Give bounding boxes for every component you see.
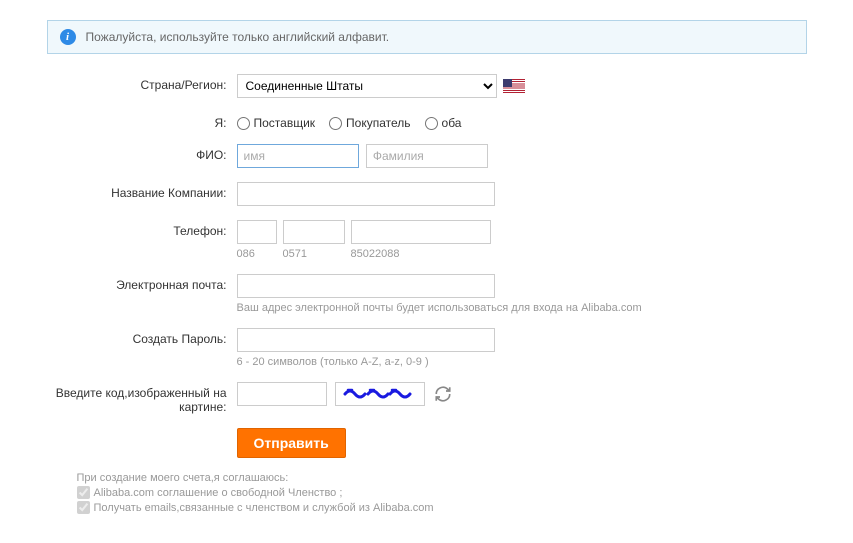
country-select[interactable]: Соединенные Штаты — [237, 74, 497, 98]
label-fio: ФИО: — [47, 144, 237, 162]
info-icon: i — [60, 29, 76, 45]
terms-text-2: Получать emails,связанные с членством и … — [94, 502, 434, 514]
phone-number[interactable] — [351, 220, 491, 244]
password-input[interactable] — [237, 328, 495, 352]
terms-checkbox-2 — [77, 501, 90, 514]
captcha-input[interactable] — [237, 382, 327, 406]
phone-hint-1: 086 — [237, 248, 277, 260]
label-captcha: Введите код,изображенный на картине: — [47, 382, 237, 414]
flag-icon-us — [503, 79, 525, 93]
radio-buyer[interactable] — [329, 117, 342, 130]
radio-supplier[interactable] — [237, 117, 250, 130]
radio-both-label[interactable]: оба — [425, 116, 462, 130]
label-email: Электронная почта: — [47, 274, 237, 292]
radio-supplier-label[interactable]: Поставщик — [237, 116, 316, 130]
phone-country-code[interactable] — [237, 220, 277, 244]
email-help: Ваш адрес электронной почты будет исполь… — [237, 302, 807, 314]
company-input[interactable] — [237, 182, 495, 206]
phone-hint-2: 0571 — [283, 248, 345, 260]
radio-both[interactable] — [425, 117, 438, 130]
notice-banner: i Пожалуйста, используйте только английс… — [47, 20, 807, 54]
radio-buyer-label[interactable]: Покупатель — [329, 116, 410, 130]
label-company: Название Компании: — [47, 182, 237, 200]
label-password: Создать Пароль: — [47, 328, 237, 346]
refresh-icon[interactable] — [433, 384, 453, 404]
submit-button[interactable]: Отправить — [237, 428, 346, 458]
label-iam: Я: — [47, 112, 237, 130]
lastname-input[interactable] — [366, 144, 488, 168]
label-country: Страна/Регион: — [47, 74, 237, 92]
captcha-image — [335, 382, 425, 406]
password-help: 6 - 20 символов (только A-Z, a-z, 0-9 ) — [237, 356, 807, 368]
notice-text: Пожалуйста, используйте только английски… — [86, 30, 390, 44]
terms-checkbox-1 — [77, 486, 90, 499]
firstname-input[interactable] — [237, 144, 359, 168]
terms-intro: При создание моего счета,я соглашаюсь: — [77, 472, 807, 484]
terms-text-1: Alibaba.com соглашение о свободной Членс… — [94, 487, 343, 499]
phone-hint-3: 85022088 — [351, 248, 491, 260]
phone-area-code[interactable] — [283, 220, 345, 244]
label-phone: Телефон: — [47, 220, 237, 238]
email-input[interactable] — [237, 274, 495, 298]
